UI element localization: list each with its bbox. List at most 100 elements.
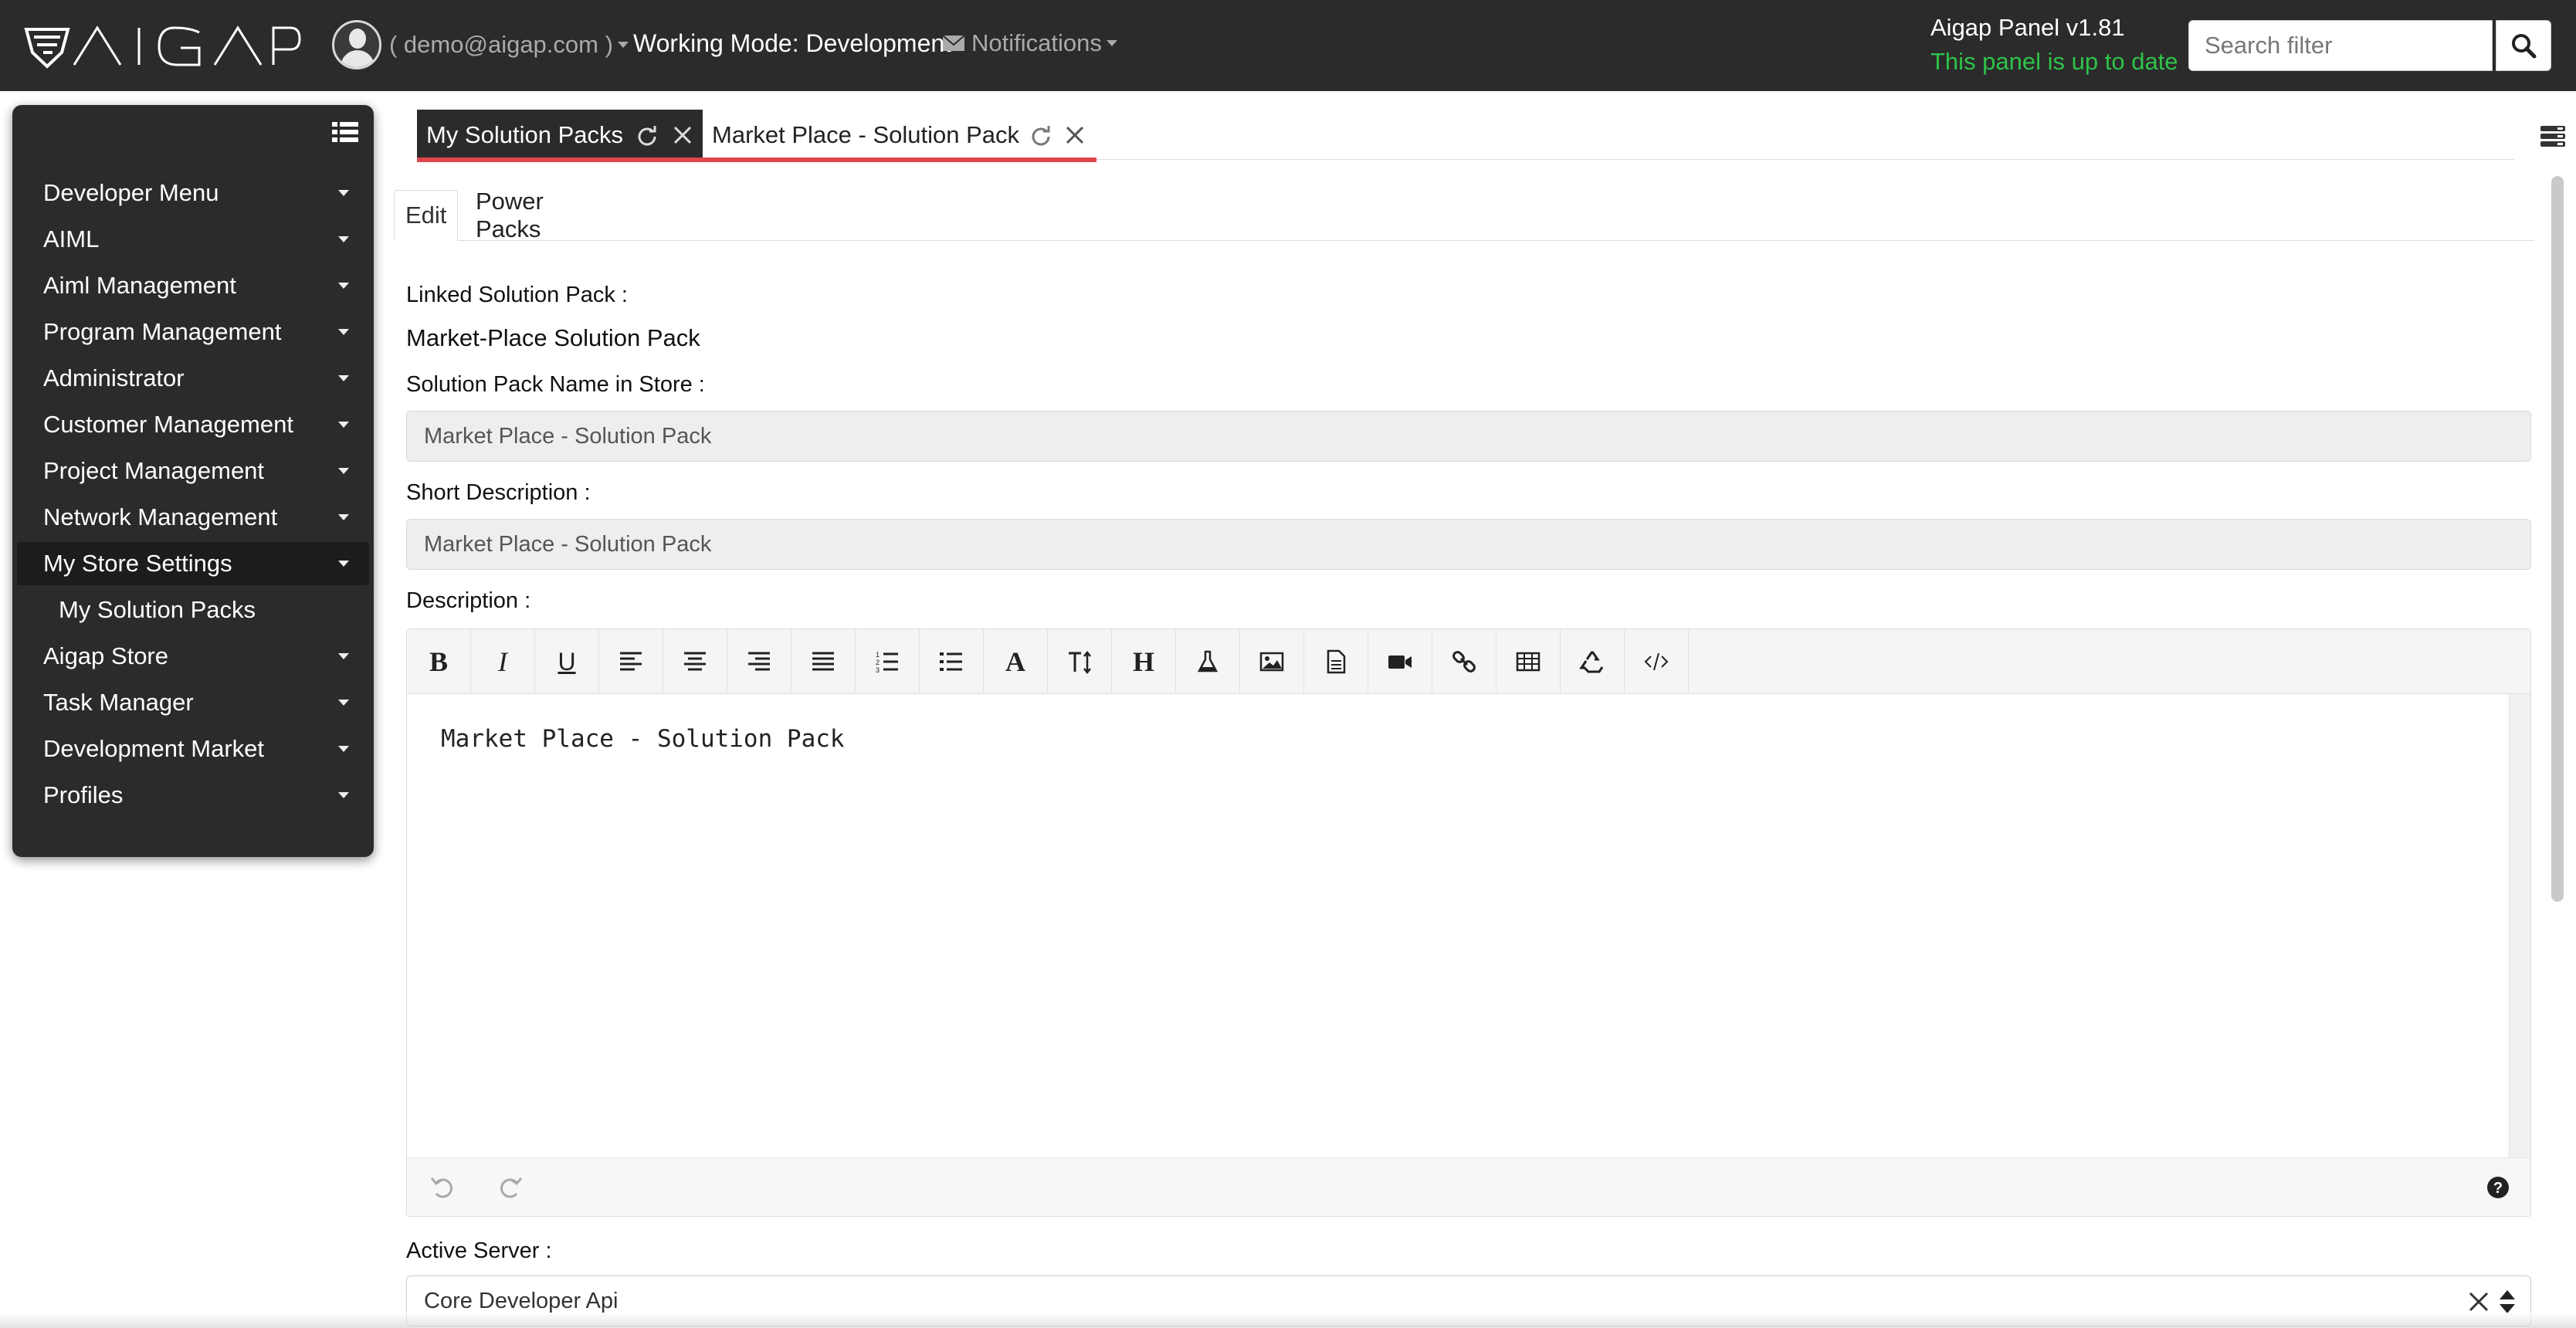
italic-button[interactable]: I [471, 629, 535, 694]
tab-edit[interactable]: Edit [394, 190, 459, 241]
sidebar-item-program-management[interactable]: Program Management [17, 310, 369, 354]
sidebar-item-label: Customer Management [43, 411, 293, 438]
link-button[interactable] [1432, 629, 1496, 694]
align-right-icon [748, 652, 770, 671]
page-scrollbar[interactable] [2550, 168, 2565, 1326]
notifications-menu[interactable]: Notifications [942, 29, 1117, 57]
flask-button[interactable] [1176, 629, 1240, 694]
clear-icon[interactable] [2467, 1290, 2490, 1313]
table-button[interactable] [1496, 629, 1561, 694]
unordered-list-button[interactable] [920, 629, 984, 694]
video-button[interactable] [1368, 629, 1432, 694]
sidebar-item-my-store-settings[interactable]: My Store Settings [17, 542, 369, 585]
chevron-down-icon [338, 653, 349, 659]
sidebar-item-aiml[interactable]: AIML [17, 218, 369, 261]
sidebar-item-profiles[interactable]: Profiles [17, 774, 369, 817]
tab-market-place-solution-pack[interactable]: Market Place - Solution Pack [703, 110, 1096, 161]
sub-tabs-divider [394, 240, 2534, 241]
recycle-button[interactable] [1561, 629, 1625, 694]
sidebar-item-developer-menu[interactable]: Developer Menu [17, 171, 369, 215]
active-server-label: Active Server : [406, 1238, 552, 1263]
editor-toolbar: B I U 123 A H [407, 629, 2530, 694]
link-icon [1452, 651, 1476, 672]
search-button[interactable] [2496, 20, 2551, 71]
close-icon[interactable] [1064, 124, 1086, 146]
user-menu[interactable]: ( demo@aigap.com ) [332, 20, 629, 69]
align-justify-button[interactable] [791, 629, 856, 694]
refresh-icon[interactable] [636, 124, 658, 146]
bottom-edge [0, 1313, 2576, 1328]
aigap-logo[interactable] [23, 22, 301, 71]
sidebar-item-project-management[interactable]: Project Management [17, 449, 369, 493]
panel-menu-icon[interactable] [2540, 125, 2565, 148]
image-button[interactable] [1240, 629, 1304, 694]
ordered-list-icon: 123 [876, 651, 898, 674]
sidebar-item-aiml-management[interactable]: Aiml Management [17, 264, 369, 307]
sidebar-item-development-market[interactable]: Development Market [17, 727, 369, 771]
svg-text:1: 1 [876, 651, 880, 659]
code-view-button[interactable] [1625, 629, 1689, 694]
svg-text:?: ? [2493, 1180, 2503, 1197]
bold-icon: B [429, 646, 448, 677]
document-button[interactable] [1304, 629, 1368, 694]
flask-icon [1197, 650, 1219, 672]
align-center-icon [684, 652, 706, 671]
bold-button[interactable]: B [407, 629, 471, 694]
unordered-list-icon [940, 652, 962, 671]
redo-icon[interactable] [497, 1174, 524, 1201]
search-icon [2512, 34, 2537, 59]
underline-button[interactable]: U [535, 629, 599, 694]
sidebar-item-label: My Solution Packs [59, 596, 256, 623]
user-email: ( demo@aigap.com ) [389, 31, 613, 58]
solution-pack-name-field[interactable] [406, 411, 2531, 462]
ordered-list-button[interactable]: 123 [856, 629, 920, 694]
chevron-down-icon [338, 329, 349, 335]
sidebar-item-network-management[interactable]: Network Management [17, 496, 369, 539]
align-justify-icon [812, 652, 834, 671]
align-right-button[interactable] [727, 629, 791, 694]
image-icon [1259, 652, 1284, 672]
svg-text:2: 2 [876, 659, 880, 666]
tab-label: Edit [405, 202, 447, 229]
tab-label: Market Place - Solution Pack [712, 121, 1020, 148]
linked-solution-pack-label: Linked Solution Pack : [406, 283, 628, 307]
search-input[interactable] [2188, 20, 2493, 71]
chevron-down-icon [338, 792, 349, 798]
top-bar: ( demo@aigap.com ) Working Mode: Develop… [0, 0, 2576, 91]
align-left-button[interactable] [599, 629, 663, 694]
chevron-down-icon [338, 283, 349, 289]
sidebar-item-customer-management[interactable]: Customer Management [17, 403, 369, 446]
help-icon[interactable]: ? [2486, 1175, 2510, 1200]
document-icon [1327, 649, 1346, 674]
editor-content[interactable]: Market Place - Solution Pack [407, 694, 2509, 1157]
sidebar-item-label: Development Market [43, 735, 265, 762]
list-toggle-icon[interactable] [332, 120, 358, 144]
sidebar-item-aigap-store[interactable]: Aigap Store [17, 635, 369, 678]
font-color-button[interactable]: A [984, 629, 1048, 694]
editor-scrollbar[interactable] [2509, 694, 2530, 1157]
recycle-icon [1579, 651, 1604, 673]
chevron-down-icon [338, 190, 349, 196]
envelope-icon [942, 35, 965, 51]
tab-power-packs[interactable]: Power Packs [465, 188, 554, 242]
font-size-button[interactable] [1048, 629, 1112, 694]
video-icon [1388, 656, 1412, 669]
sidebar-item-task-manager[interactable]: Task Manager [17, 681, 369, 724]
undo-icon[interactable] [429, 1174, 456, 1201]
refresh-icon[interactable] [1030, 124, 1052, 146]
align-center-button[interactable] [663, 629, 727, 694]
active-tab-indicator [417, 158, 1096, 162]
scrollbar-thumb[interactable] [2551, 176, 2564, 902]
heading-button[interactable]: H [1112, 629, 1176, 694]
working-mode-label: Working Mode: Development [633, 29, 952, 57]
description-label: Description : [406, 588, 531, 613]
align-left-icon [620, 652, 642, 671]
close-icon[interactable] [672, 124, 693, 146]
short-description-field[interactable] [406, 519, 2531, 570]
sidebar-item-my-solution-packs[interactable]: My Solution Packs [17, 588, 369, 632]
tab-label: Power Packs [476, 188, 544, 242]
sidebar-item-administrator[interactable]: Administrator [17, 357, 369, 400]
linked-solution-pack-value: Market-Place Solution Pack [406, 324, 700, 351]
tab-my-solution-packs[interactable]: My Solution Packs [417, 110, 703, 161]
sidebar-item-label: Developer Menu [43, 179, 219, 206]
